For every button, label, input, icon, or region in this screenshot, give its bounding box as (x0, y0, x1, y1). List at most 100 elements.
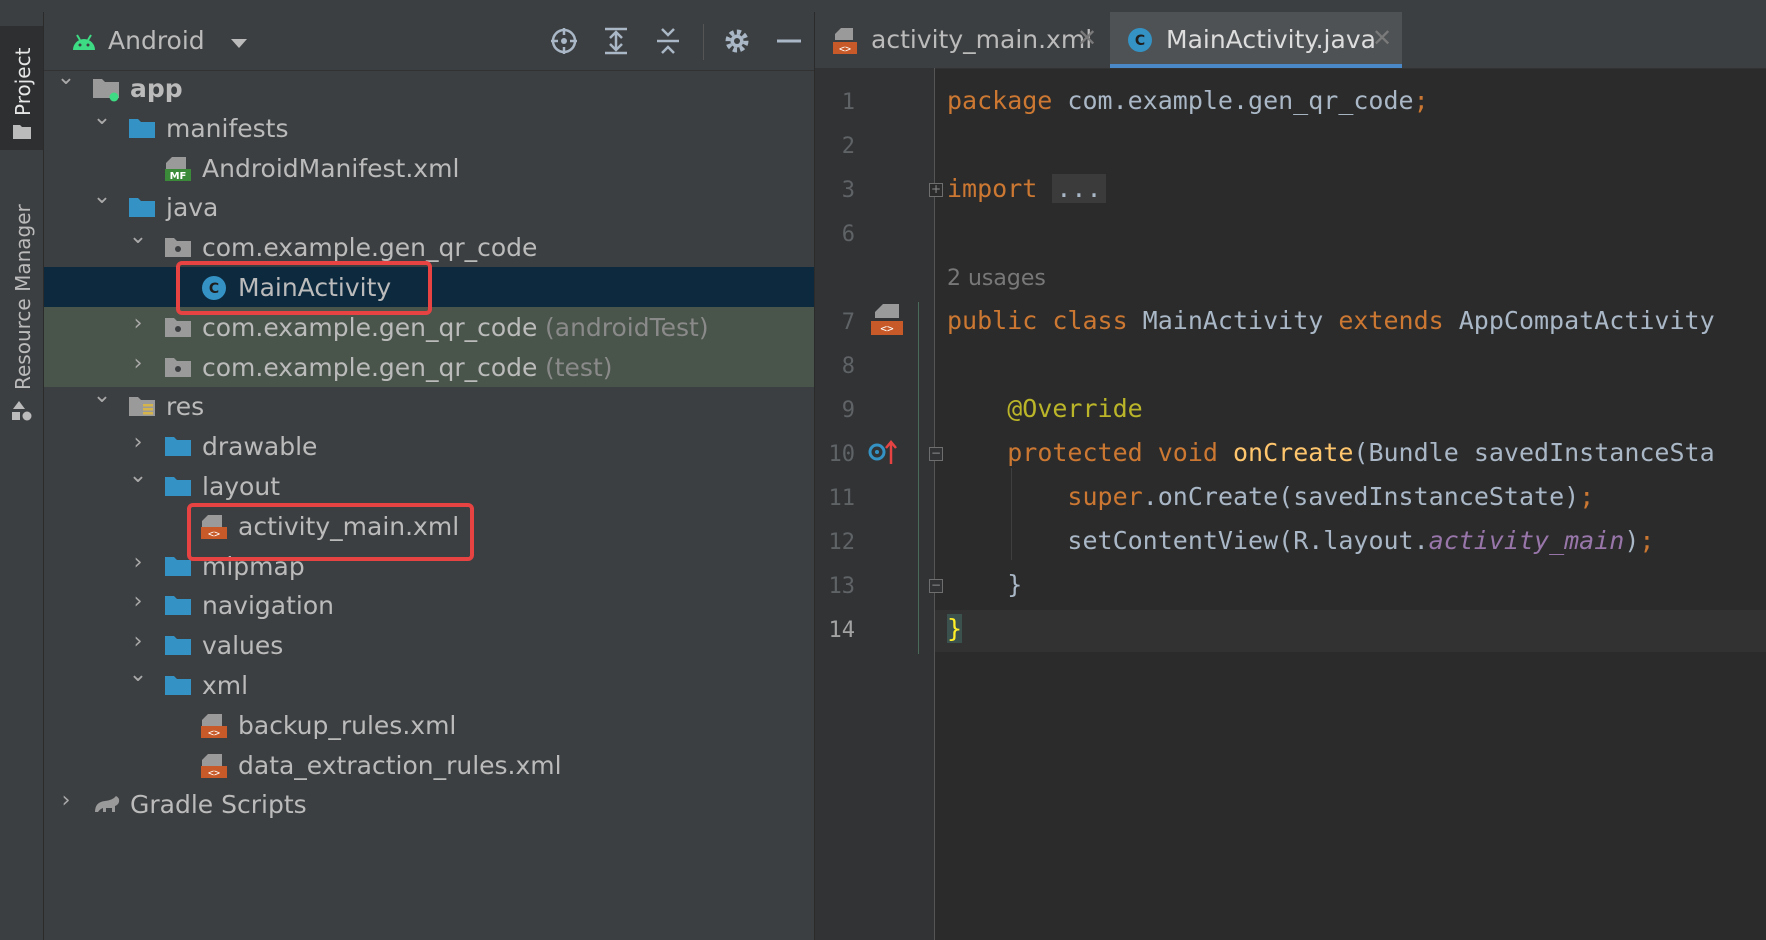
tree-item-label: app (130, 74, 183, 103)
tree-item-label: com.example.gen_qr_code (202, 312, 538, 342)
chevron-down-icon[interactable] (230, 38, 248, 50)
locate-icon[interactable] (549, 26, 579, 56)
chevron-down-icon[interactable]: ⌄ (92, 385, 112, 407)
resource-manager-tab-label: Resource Manager (11, 204, 35, 390)
left-tool-stripe: Project Resource Manager (0, 12, 44, 940)
code-line-11[interactable]: super.onCreate(savedInstanceState); (947, 482, 1594, 511)
line-number: 8 (841, 354, 855, 379)
line-number: 6 (841, 222, 855, 247)
code-editor: <> activity_main.xml ✕ C MainActivity.ja… (815, 12, 1766, 940)
svg-text:<>: <> (208, 768, 220, 779)
svg-text:<>: <> (208, 728, 220, 739)
code-text: ) (1624, 526, 1640, 555)
code-text: ; (1639, 526, 1655, 555)
editor-tab-bar: <> activity_main.xml ✕ C MainActivity.ja… (815, 12, 1766, 69)
close-icon[interactable]: ✕ (1077, 24, 1097, 52)
chevron-right-icon[interactable]: › (128, 352, 148, 374)
chevron-down-icon[interactable]: ⌄ (92, 106, 112, 128)
code-line-10[interactable]: protected void onCreate(Bundle savedInst… (947, 438, 1715, 467)
chevron-right-icon[interactable]: › (128, 432, 148, 454)
chevron-right-icon[interactable]: › (128, 312, 148, 334)
tree-item-suffix: (test) (545, 352, 613, 382)
tree-item[interactable]: › com.example.gen_qr_code (test) (44, 346, 814, 387)
tree-item[interactable]: ⌄ layout (44, 465, 814, 506)
gutter-border (934, 68, 935, 940)
usages-hint[interactable]: 2 usages (947, 266, 1046, 291)
tree-item[interactable]: ⌄ java (44, 186, 814, 227)
tree-item[interactable]: ⌄ res (44, 385, 814, 426)
line-number: 7 (841, 310, 855, 335)
code-text: ; (1413, 86, 1429, 115)
chevron-down-icon[interactable]: ⌄ (128, 465, 148, 487)
fold-end-icon[interactable]: − (929, 579, 943, 593)
tree-item[interactable]: ⌄ xml (44, 664, 814, 705)
svg-text:C: C (1135, 33, 1145, 49)
gear-icon[interactable] (722, 26, 752, 56)
code-line-12[interactable]: setContentView(R.layout.activity_main); (947, 526, 1654, 555)
tree-item[interactable]: › drawable (44, 426, 814, 466)
related-layout-icon[interactable]: <> (869, 302, 905, 338)
android-icon (73, 34, 95, 50)
chevron-right-icon[interactable]: › (56, 790, 76, 812)
tree-item-label: data_extraction_rules.xml (238, 750, 562, 780)
svg-text:<>: <> (880, 322, 894, 335)
tree-item[interactable]: › values (44, 625, 814, 665)
fold-expand-icon[interactable]: + (929, 183, 943, 197)
code-line-1[interactable]: package com.example.gen_qr_code; (947, 86, 1429, 115)
code-line-9[interactable]: @Override (947, 394, 1142, 423)
keyword: package (947, 86, 1053, 115)
chevron-right-icon[interactable]: › (128, 551, 148, 573)
tree-item[interactable]: ⌄ app (44, 67, 814, 108)
tree-item-suffix: (androidTest) (545, 312, 709, 342)
tree-item[interactable]: › navigation (44, 585, 814, 625)
tree-item-label: com.example.gen_qr_code (202, 233, 538, 263)
hide-panel-icon[interactable] (774, 26, 804, 56)
code-text: (Bundle savedInstanceSta (1353, 438, 1715, 467)
chevron-down-icon[interactable]: ⌄ (56, 67, 76, 89)
code-text: .onCreate(savedInstanceState) (1142, 482, 1580, 511)
tree-item-label: backup_rules.xml (238, 710, 457, 740)
expand-all-icon[interactable] (601, 26, 631, 56)
fold-collapse-icon[interactable]: − (929, 447, 943, 461)
tree-item[interactable]: MF AndroidManifest.xml (44, 148, 814, 188)
active-tab-indicator (1110, 64, 1402, 68)
folder-icon (164, 673, 191, 697)
chevron-right-icon[interactable]: › (128, 631, 148, 653)
keyword: super (1067, 482, 1143, 511)
code-line-13[interactable]: } (947, 570, 1022, 599)
close-icon[interactable]: ✕ (1372, 24, 1392, 52)
tree-item[interactable]: ⌄ manifests (44, 106, 814, 148)
layout-file-icon: <> (833, 28, 857, 55)
project-tool-tab[interactable]: Project (0, 26, 43, 150)
folded-imports[interactable]: ... (1052, 174, 1106, 203)
keyword: public class (947, 306, 1128, 335)
chevron-right-icon[interactable]: › (128, 591, 148, 613)
tree-item-label: xml (202, 671, 249, 700)
tab-mainactivity-java[interactable]: C MainActivity.java ✕ (1110, 12, 1402, 68)
line-number: 1 (841, 90, 855, 115)
tree-item[interactable]: <> data_extraction_rules.xml (44, 745, 814, 785)
collapse-all-icon[interactable] (653, 26, 683, 56)
override-method-icon[interactable] (867, 438, 901, 466)
code-line-3[interactable]: import ... (947, 174, 1106, 203)
tree-item[interactable]: <> backup_rules.xml (44, 705, 814, 745)
folder-icon (164, 633, 191, 657)
header-separator (703, 24, 704, 60)
app-module-icon (92, 76, 119, 102)
chevron-down-icon[interactable]: ⌄ (92, 186, 112, 208)
tree-item[interactable]: › Gradle Scripts (44, 784, 814, 824)
package-icon (164, 355, 191, 379)
tab-activity-main-xml[interactable]: <> activity_main.xml ✕ (815, 12, 1110, 68)
tree-item-label: java (166, 193, 219, 223)
code-line-7[interactable]: public class MainActivity extends AppCom… (947, 306, 1715, 335)
view-selector-label[interactable]: Android (108, 26, 205, 55)
resource-manager-tool-tab[interactable]: Resource Manager (0, 180, 43, 430)
folder-icon (164, 593, 191, 617)
code-text: ; (1579, 482, 1595, 511)
gradle-icon (92, 792, 120, 816)
code-line-14[interactable]: } (947, 614, 963, 643)
chevron-down-icon[interactable]: ⌄ (128, 664, 148, 686)
chevron-down-icon[interactable]: ⌄ (128, 226, 148, 248)
folder-icon (164, 474, 191, 498)
project-panel: Android ⌄ app ⌄ manifests MF AndroidMani… (44, 12, 814, 940)
